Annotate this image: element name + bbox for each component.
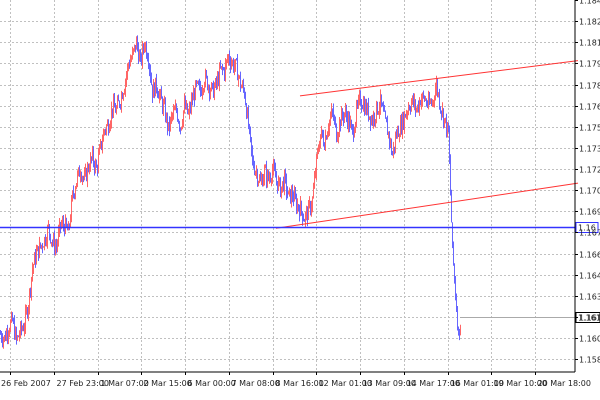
x-tick-label: 6 Mar 00:00: [188, 379, 236, 388]
y-tick-label: 1.1600: [579, 335, 600, 344]
x-tick-label: 1 Mar 07:00: [101, 379, 149, 388]
y-tick-label: 1.1705: [579, 187, 600, 196]
y-tick-label: 1.1825: [579, 18, 600, 27]
x-tick-label: 8 Mar 16:00: [276, 379, 324, 388]
y-tick-label: 1.1810: [579, 39, 600, 48]
y-tick-label: 1.1615: [579, 314, 600, 323]
y-tick-label: 1.1795: [579, 60, 600, 69]
y-tick-label: 1.1840: [579, 0, 600, 6]
y-tick-label: 1.1660: [579, 251, 600, 260]
price-chart: 1.161.1615 1.18401.18251.18101.17951.178…: [0, 0, 600, 400]
x-tick-label: 2 Mar 15:00: [144, 379, 192, 388]
y-tick-label: 1.1750: [579, 124, 600, 133]
y-tick-label: 1.1780: [579, 82, 600, 91]
y-tick-label: 1.1735: [579, 145, 600, 154]
y-tick-label: 1.1645: [579, 272, 600, 281]
y-tick-label: 1.1765: [579, 103, 600, 112]
x-tick-label: 20 Mar 18:00: [538, 379, 591, 388]
y-tick-label: 1.1690: [579, 208, 600, 217]
x-tick-label: 26 Feb 2007: [1, 379, 51, 388]
x-tick-label: 7 Mar 08:00: [232, 379, 280, 388]
y-tick-label: 1.1720: [579, 166, 600, 175]
y-tick-label: 1.1585: [579, 356, 600, 365]
y-tick-label: 1.1675: [579, 229, 600, 238]
y-tick-label: 1.1630: [579, 293, 600, 302]
